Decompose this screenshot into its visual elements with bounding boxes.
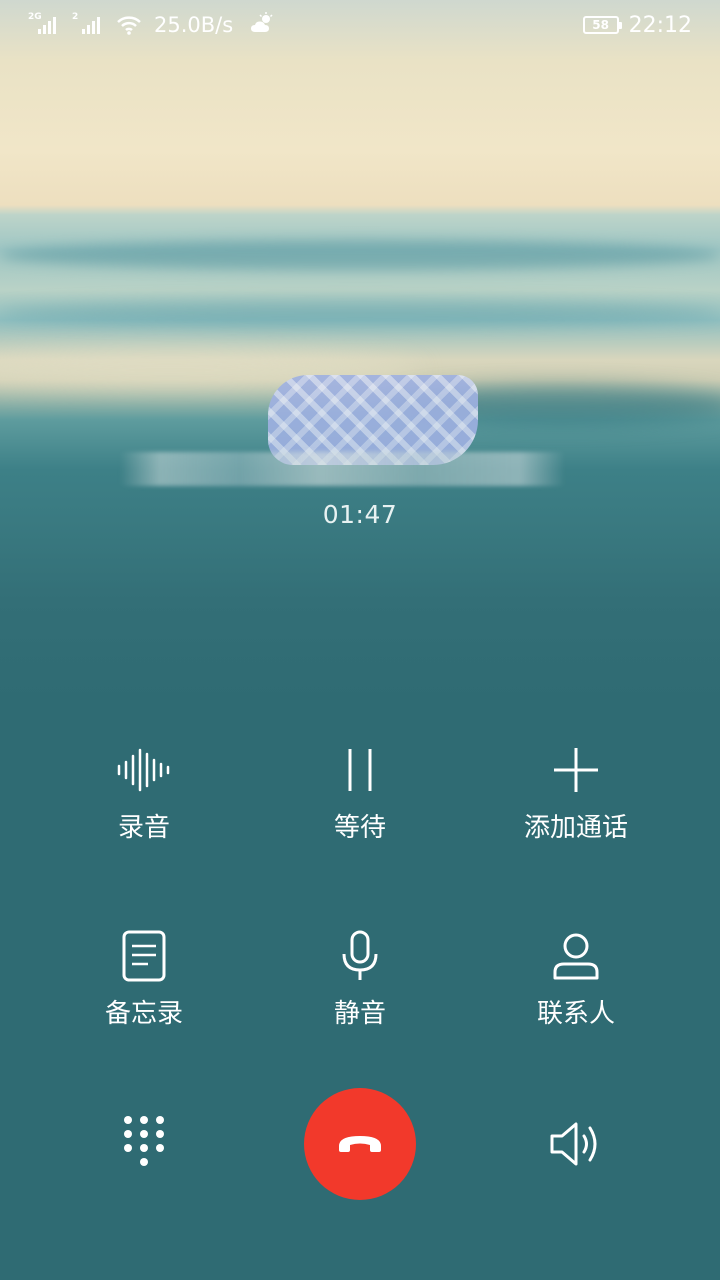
plus-icon	[476, 742, 676, 798]
person-icon	[476, 928, 676, 984]
network-speed: 25.0B/s	[154, 13, 234, 37]
microphone-icon	[260, 928, 460, 984]
contacts-button[interactable]: 联系人	[476, 928, 676, 1030]
caller-number-redacted	[120, 452, 565, 486]
hold-button[interactable]: 等待	[260, 742, 460, 844]
speaker-icon	[550, 1122, 597, 1166]
clock: 22:12	[628, 12, 692, 38]
contacts-label: 联系人	[536, 999, 615, 1029]
mute-button[interactable]: 静音	[260, 928, 460, 1030]
record-label: 录音	[117, 813, 170, 843]
dialpad-button[interactable]	[114, 1110, 174, 1176]
sim2-signal-icon: 2	[72, 12, 108, 38]
wifi-icon	[116, 14, 142, 36]
call-duration: 01:47	[322, 500, 398, 529]
notes-button[interactable]: 备忘录	[44, 928, 244, 1030]
hang-up-icon	[339, 1136, 381, 1152]
status-bar: 2G 2 25.0B/s 58 22:12	[0, 0, 720, 50]
add-call-button[interactable]: 添加通话	[476, 742, 676, 844]
call-screen: 2G 2 25.0B/s 58 22:12 01:47 录音 等待 添加通话 备…	[0, 0, 720, 1280]
battery-icon: 58	[582, 16, 622, 34]
hold-label: 等待	[333, 813, 386, 843]
pause-icon	[260, 742, 460, 798]
waveform-icon	[44, 742, 244, 798]
add-call-label: 添加通话	[523, 813, 628, 843]
mute-label: 静音	[333, 999, 386, 1029]
speaker-button[interactable]	[546, 1118, 606, 1170]
end-call-button[interactable]	[304, 1088, 416, 1200]
dialpad-icon	[124, 1116, 164, 1166]
sim1-signal-icon: 2G	[28, 12, 64, 38]
weather-icon	[249, 12, 277, 38]
notes-icon	[44, 928, 244, 984]
record-button[interactable]: 录音	[44, 742, 244, 844]
notes-label: 备忘录	[104, 999, 183, 1029]
battery-level: 58	[592, 18, 609, 32]
